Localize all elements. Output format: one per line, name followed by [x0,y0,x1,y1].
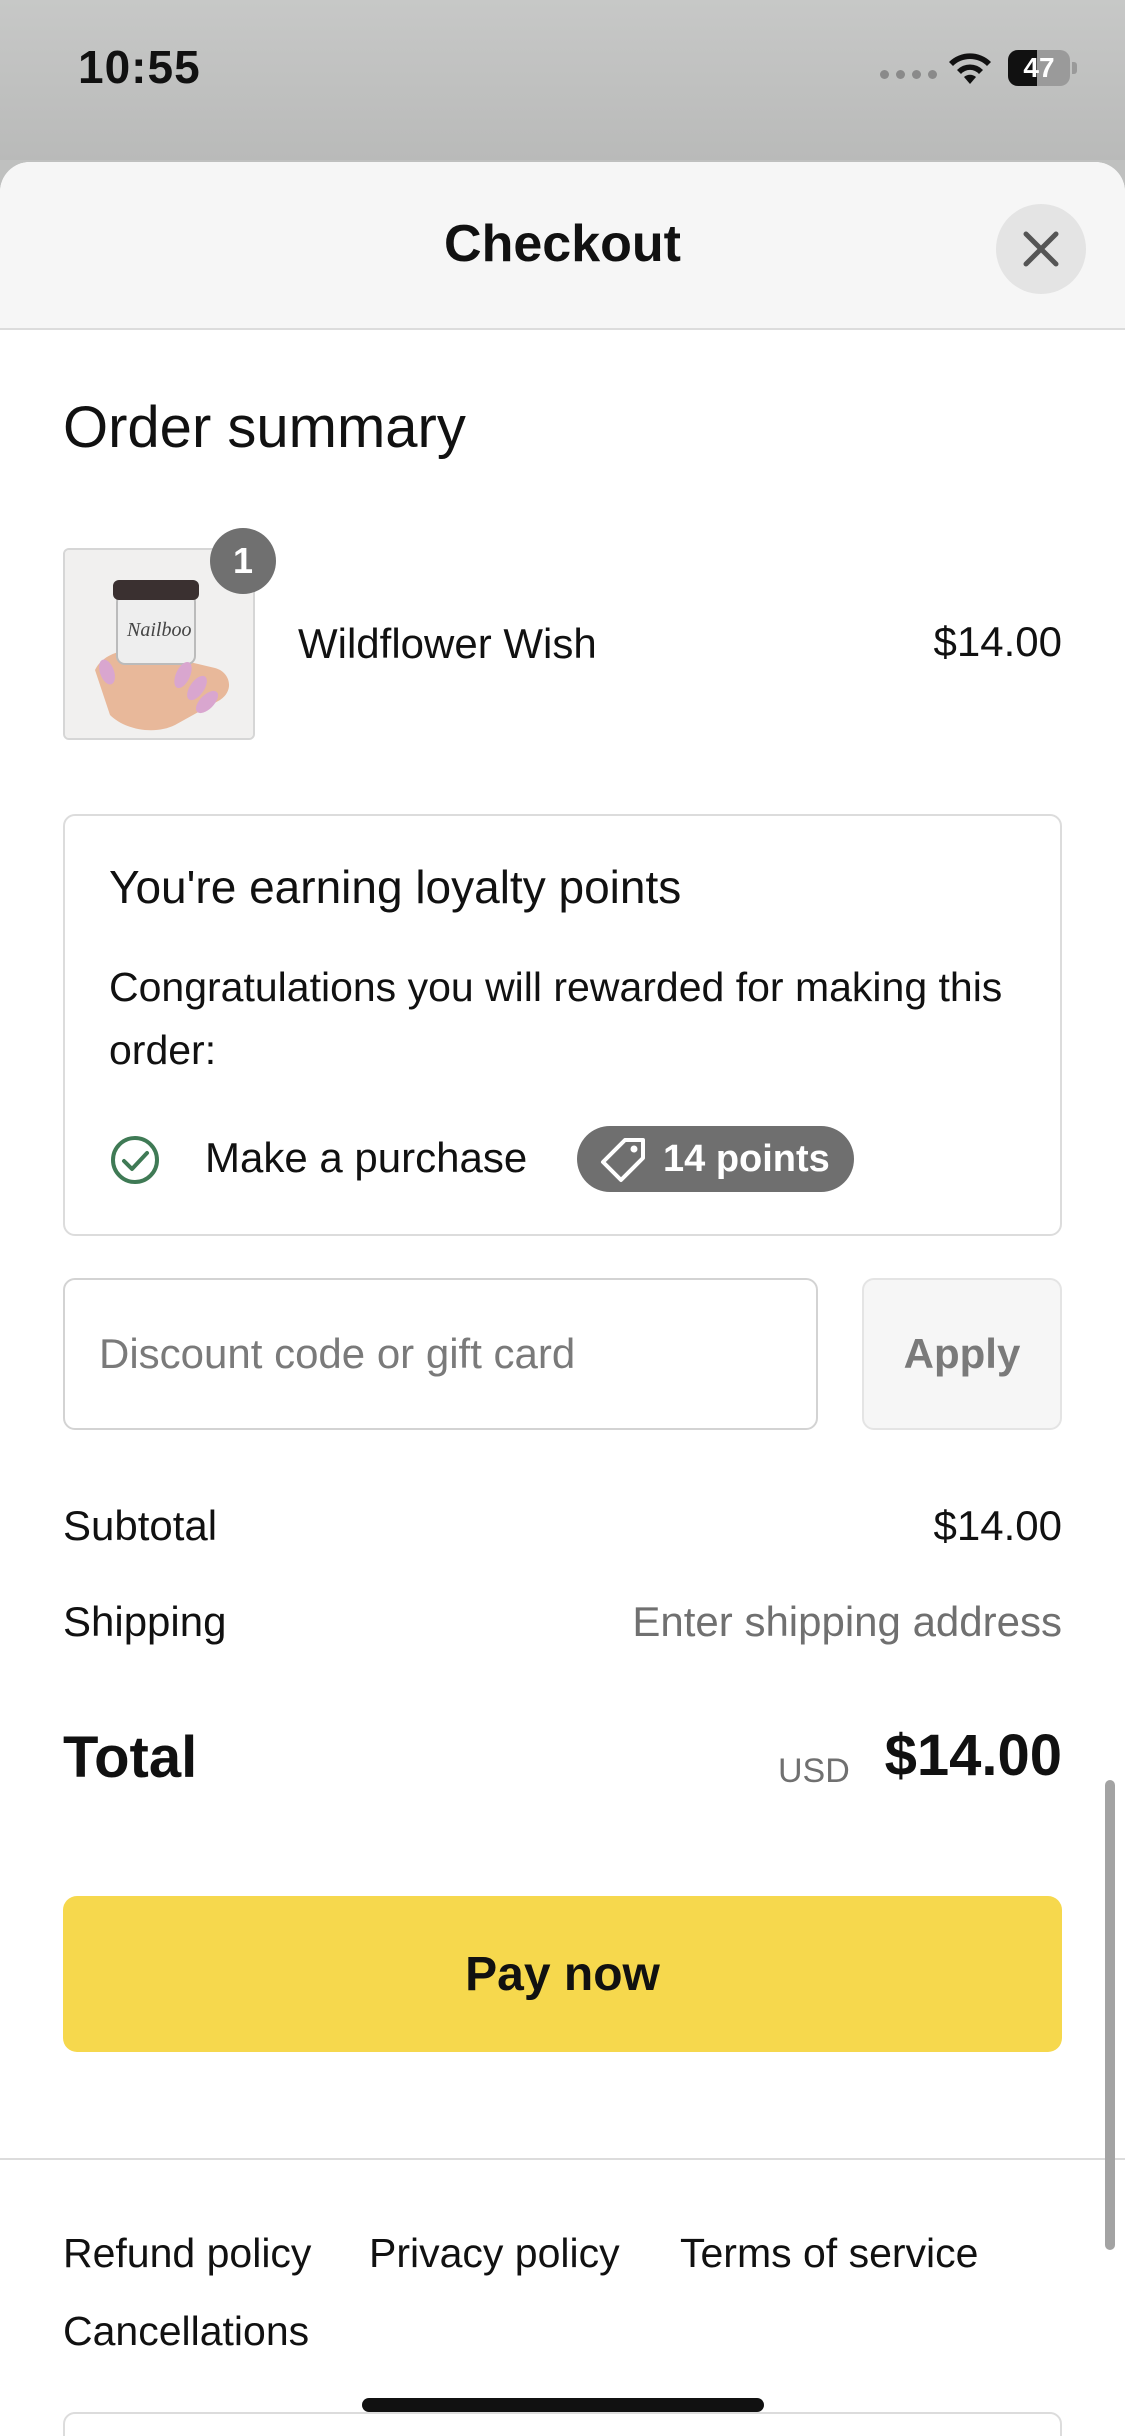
loyalty-title: You're earning loyalty points [109,861,682,913]
scrollbar[interactable] [1105,1780,1115,2250]
status-bar: 10:55 47 [0,0,1125,160]
status-time: 10:55 [78,41,201,93]
close-button[interactable] [996,204,1086,294]
check-circle-icon [111,1136,159,1184]
battery-percent: 47 [1023,52,1055,83]
checkout-sheet: Checkout Order summary Nailboo 1 Wildflo… [0,162,1125,2436]
order-summary-heading: Order summary [63,395,466,460]
footer-link-refund-policy[interactable]: Refund policy [63,2230,311,2277]
close-icon [1023,231,1059,267]
shipping-label: Shipping [63,1598,227,1645]
subtotal-label: Subtotal [63,1502,218,1549]
wifi-icon [949,53,991,84]
apply-discount-button[interactable]: Apply [862,1278,1062,1430]
home-indicator[interactable] [362,2398,764,2412]
loyalty-message: Congratulations you will rewarded for ma… [109,964,1003,1073]
total-currency: USD [778,1752,850,1790]
quantity-badge: 1 [210,528,276,594]
points-badge: 14 points [577,1126,854,1192]
tag-icon [601,1138,645,1182]
product-name: Wildflower Wish [298,620,597,667]
points-label: 14 points [663,1137,830,1180]
subtotal-value: $14.00 [933,1502,1062,1549]
sheet-header: Checkout [0,162,1125,330]
cellular-signal-icon [880,70,937,79]
total-label: Total [63,1725,198,1790]
pay-now-button[interactable]: Pay now [63,1896,1062,2052]
sheet-title: Checkout [444,215,681,273]
thumbnail-brand: Nailboo [126,619,191,641]
battery-icon: 47 [1008,50,1078,86]
loyalty-action-label: Make a purchase [205,1134,528,1181]
footer-box [63,2412,1062,2436]
product-price: $14.00 [933,618,1062,665]
discount-code-input[interactable] [63,1278,818,1430]
loyalty-card: You're earning loyalty points Congratula… [63,814,1062,1236]
footer-divider [0,2158,1125,2160]
total-value: $14.00 [884,1723,1062,1788]
shipping-value: Enter shipping address [632,1598,1062,1645]
footer-link-terms-of-service[interactable]: Terms of service [680,2230,978,2277]
footer-link-privacy-policy[interactable]: Privacy policy [369,2230,620,2277]
footer-link-cancellations[interactable]: Cancellations [63,2308,309,2355]
